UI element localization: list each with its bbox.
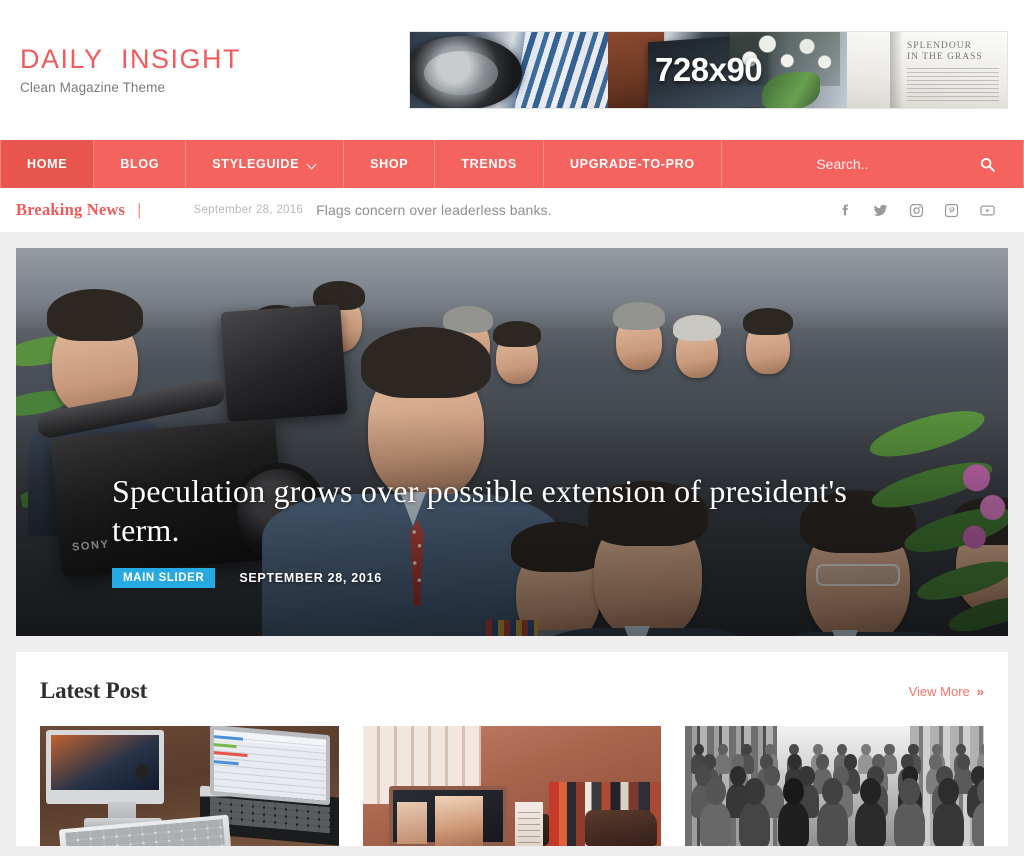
slider-caption: Speculation grows over possible extensio… [112,472,888,588]
nav-item-home[interactable]: HOME [0,140,95,188]
nav-search [721,140,1024,188]
search-input[interactable] [721,140,1023,188]
latest-post-heading: Latest Post [40,678,148,703]
youtube-icon [980,205,995,215]
social-link-facebook[interactable] [837,203,852,218]
slider-meta: MAIN SLIDER SEPTEMBER 28, 2016 [112,567,888,588]
instagram-icon [909,203,924,217]
crowd-figure [777,802,809,846]
site-branding[interactable]: DAILY INSIGHT Clean Magazine Theme [16,43,409,96]
breaking-news-separator: | [137,200,142,219]
post-card-warm-desk[interactable] [362,726,662,846]
nav-item-label: SHOP [370,157,409,171]
crowd-figure [894,802,926,846]
crowd-figure [932,802,964,846]
nav-item-styleguide[interactable]: STYLEGUIDE [186,140,345,188]
crowd-figure [715,754,731,774]
nav-item-blog[interactable]: BLOG [94,140,187,188]
latest-post-section: Latest Post View More » [16,652,1008,846]
site-tagline: Clean Magazine Theme [20,80,166,96]
nav-list: HOME BLOG STYLEGUIDE SHOP TRENDS UPGRADE-TO-P… [0,140,722,188]
slider-date: SEPTEMBER 28, 2016 [239,570,382,585]
slider-wrapper: SONY [0,232,1024,652]
breaking-news-date: September 28, 2016 [193,204,304,216]
nav-item-label: BLOG [120,157,160,171]
crowd-figure [855,802,887,846]
crowd-figure [700,802,732,846]
post-thumbnail-warm-desk [362,726,662,846]
social-link-twitter[interactable] [872,203,889,218]
main-navigation: HOME BLOG STYLEGUIDE SHOP TRENDS UPGRADE-TO-P… [0,140,1024,188]
main-slider[interactable]: SONY [16,248,1008,636]
post-card-street-crowd[interactable] [685,726,984,846]
social-link-youtube[interactable] [979,203,996,218]
breaking-news-headline[interactable]: Flags concern over leaderless banks. [316,202,552,218]
nav-item-label: STYLEGUIDE [212,157,300,171]
breaking-news-label: Breaking News [16,200,126,219]
breaking-news-bar: Breaking News | September 28, 2016 Flags… [0,188,1024,232]
site-header: DAILY INSIGHT Clean Magazine Theme SPLEN… [0,0,1024,140]
crowd-figure [816,802,848,846]
nav-item-shop[interactable]: SHOP [344,140,436,188]
latest-post-header: Latest Post View More » [40,678,984,726]
nav-item-label: UPGRADE-TO-PRO [569,157,695,171]
view-more-link[interactable]: View More » [909,684,984,699]
search-icon [980,157,995,172]
nav-item-trends[interactable]: TRENDS [435,140,544,188]
search-button[interactable] [980,157,995,172]
apple-logo-icon [136,764,149,779]
post-thumbnail-imac-desk [40,726,339,846]
nav-item-label: HOME [27,157,68,171]
facebook-icon [842,203,848,215]
chevron-down-icon [308,160,317,169]
social-link-pinterest[interactable] [944,203,959,218]
nav-item-upgrade-to-pro[interactable]: UPGRADE-TO-PRO [544,140,722,188]
nav-item-label: TRENDS [461,157,517,171]
twitter-icon [873,204,888,216]
social-link-instagram[interactable] [909,203,924,218]
slider-title[interactable]: Speculation grows over possible extensio… [112,472,888,550]
latest-post-grid [40,726,984,846]
slider-category-badge[interactable]: MAIN SLIDER [112,567,216,588]
banner-ad-size-label: 728x90 [655,51,763,88]
pinterest-icon [944,203,959,217]
view-more-label: View More [908,683,970,699]
double-chevron-right-icon: » [976,683,984,699]
site-title: DAILY INSIGHT [20,43,242,74]
crowd-figure [739,802,771,846]
post-card-imac-desk[interactable] [40,726,339,846]
social-links [837,203,1008,218]
banner-ad[interactable]: SPLENDOUR IN THE GRASS 728x90 [409,31,1008,109]
post-thumbnail-street-crowd [685,726,984,846]
